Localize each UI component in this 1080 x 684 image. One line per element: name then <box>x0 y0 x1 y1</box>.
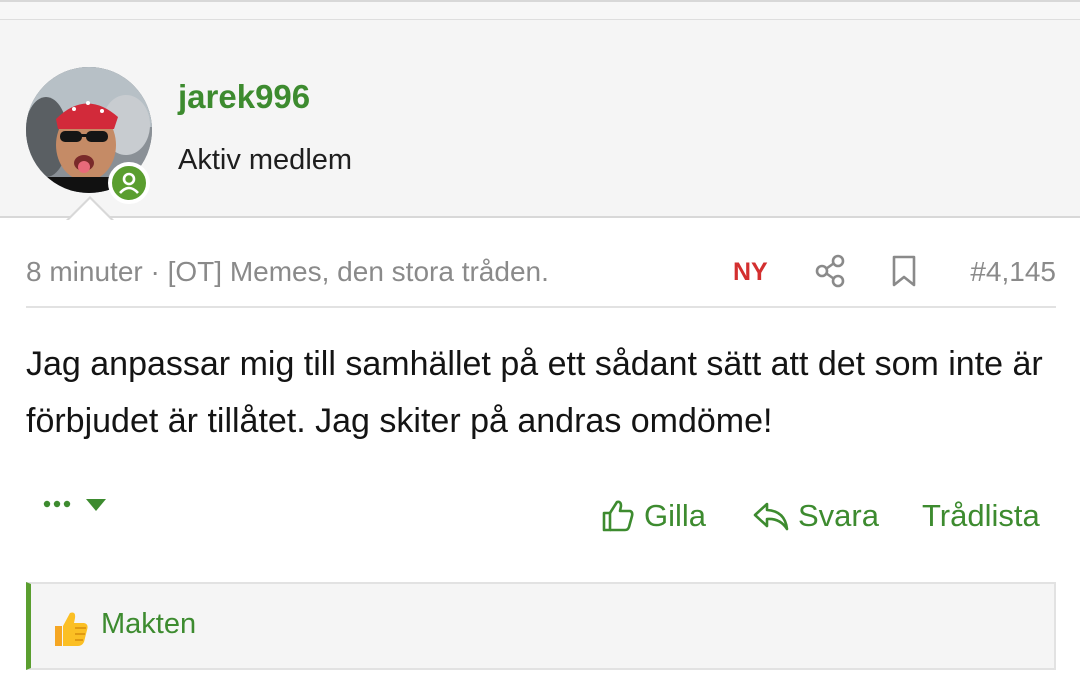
share-icon[interactable] <box>814 254 846 288</box>
post-body: Jag anpassar mig till samhället på ett s… <box>26 345 1043 440</box>
reply-button[interactable]: Svara <box>752 492 879 540</box>
post-meta-row: 8 minuter · [OT] Memes, den stora tråden… <box>26 248 1056 308</box>
online-status-icon <box>108 162 150 204</box>
thumbs-up-icon <box>602 500 634 532</box>
header-pointer <box>66 196 114 221</box>
post-number[interactable]: #4,145 <box>970 256 1056 288</box>
more-options-button[interactable] <box>42 490 112 520</box>
like-label: Gilla <box>644 498 707 533</box>
forum-post: jarek996 Aktiv medlem 8 minuter · [OT] M… <box>0 0 1080 684</box>
new-badge: NY <box>733 258 768 286</box>
reaction-user[interactable]: Makten <box>101 608 196 641</box>
top-divider <box>0 0 1080 20</box>
username[interactable]: jarek996 <box>178 78 310 116</box>
thumbs-up-emoji-icon <box>51 608 91 650</box>
reply-icon <box>753 502 789 531</box>
user-title: Aktiv medlem <box>178 144 353 176</box>
reactions-bar[interactable]: Makten <box>26 582 1056 670</box>
post-meta[interactable]: 8 minuter · [OT] Memes, den stora tråden… <box>26 256 549 288</box>
post-user-header: jarek996 Aktiv medlem <box>0 20 1080 218</box>
like-button[interactable]: Gilla <box>600 492 706 540</box>
thread-list-label: Trådlista <box>922 498 1040 533</box>
reply-label: Svara <box>798 498 879 533</box>
bookmark-icon[interactable] <box>890 254 918 288</box>
thread-list-link[interactable]: Trådlista <box>922 492 1040 540</box>
